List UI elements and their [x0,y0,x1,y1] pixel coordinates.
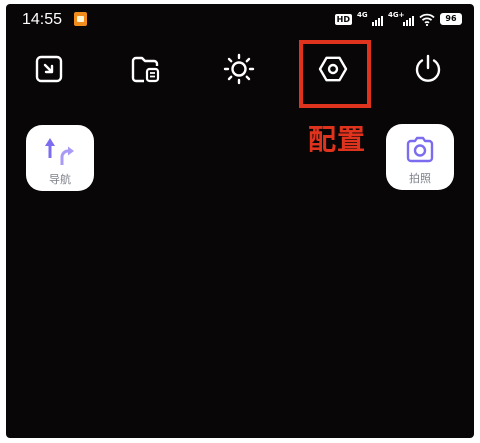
camera-icon [406,136,434,163]
screenshot-button[interactable] [32,52,66,86]
config-annotation-label: 配置 [307,123,366,156]
navigation-tile[interactable]: 导航 [26,125,94,191]
power-button[interactable] [411,52,445,86]
signal-icon: 4G [357,11,383,26]
phone-screen: 14:55 HD 4G 4G+ 96 配置 导航 拍照 [6,4,474,438]
camera-tile-label: 拍照 [409,172,431,185]
battery-level: 96 [445,14,457,23]
files-button[interactable] [128,52,162,86]
folder-icon [131,56,160,83]
brightness-button[interactable] [222,52,256,86]
signal-1-label: 4G [357,11,368,19]
brightness-icon [223,53,255,85]
signal-icon: 4G+ [388,11,414,26]
navigation-arrow-icon [45,138,74,165]
camera-tile[interactable]: 拍照 [386,124,454,190]
signal-2-label: 4G+ [388,11,405,19]
hd-badge: HD [334,13,352,25]
navigation-tile-label: 导航 [49,173,71,186]
status-indicators: HD 4G 4G+ 96 [334,11,462,27]
status-bar: 14:55 HD 4G 4G+ 96 [6,4,474,34]
status-time: 14:55 [22,11,63,28]
battery-icon: 96 [440,13,462,25]
app-notification-icon [74,12,87,26]
wifi-icon [419,13,435,26]
settings-highlight-box [299,40,371,108]
screenshot-icon [35,55,63,83]
power-icon [415,54,441,82]
